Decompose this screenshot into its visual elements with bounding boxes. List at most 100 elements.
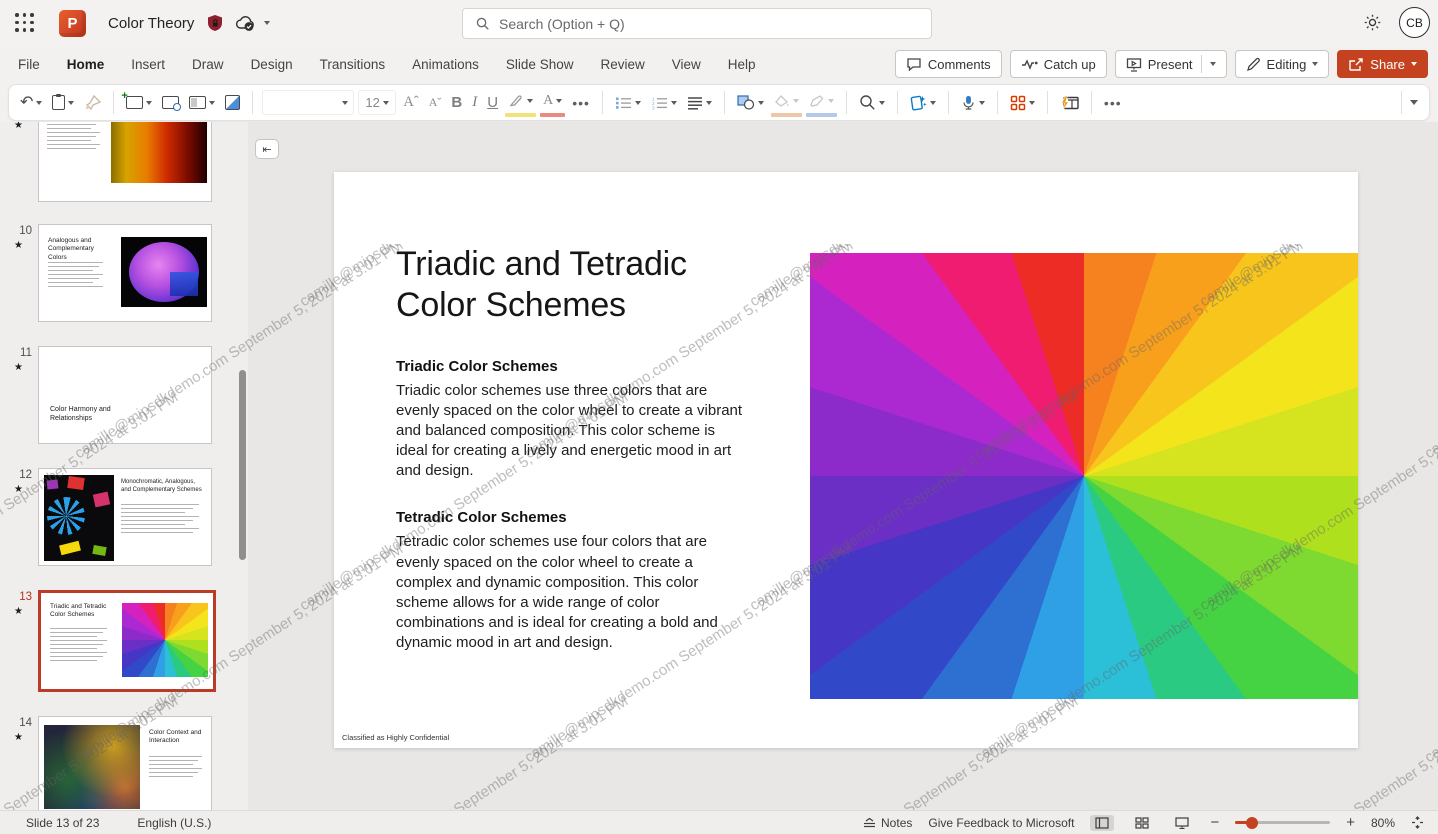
notes-toggle[interactable]: Notes xyxy=(863,816,912,830)
italic-button[interactable]: I xyxy=(469,89,480,117)
zoom-in-button[interactable]: + xyxy=(1346,815,1355,830)
fit-slide-button[interactable] xyxy=(1411,816,1424,829)
font-color-button[interactable]: A xyxy=(540,89,565,117)
comments-label: Comments xyxy=(928,57,991,72)
app-launcher-icon[interactable] xyxy=(15,13,35,33)
bullets-button[interactable] xyxy=(612,89,644,117)
editing-chevron-icon[interactable] xyxy=(1312,62,1318,66)
format-background-button[interactable] xyxy=(222,89,243,117)
slide-11-thumbnail[interactable]: Color Harmony and Relationships xyxy=(38,346,212,444)
font-size-select[interactable]: 12 xyxy=(358,90,396,115)
thumbnail-scrollbar[interactable] xyxy=(239,370,246,560)
sensitivity-shield-icon[interactable] xyxy=(206,14,224,32)
editing-mode-button[interactable]: Editing xyxy=(1235,50,1330,78)
slideshow-view-button[interactable] xyxy=(1170,815,1194,831)
account-avatar[interactable]: CB xyxy=(1399,7,1430,38)
bold-button[interactable]: B xyxy=(448,89,465,117)
notes-label: Notes xyxy=(881,816,912,830)
collapse-thumbnail-pane-button[interactable]: ⇤ xyxy=(255,139,279,159)
search-box[interactable] xyxy=(462,8,932,39)
catch-up-button[interactable]: Catch up xyxy=(1010,50,1107,78)
animation-star-icon: ★ xyxy=(14,732,23,743)
ribbon-right-actions: Comments Catch up Present Editing Share xyxy=(895,50,1428,78)
format-background-icon xyxy=(225,95,240,110)
tab-animations[interactable]: Animations xyxy=(412,57,479,72)
slide-title-text[interactable]: Triadic and Tetradic Color Schemes xyxy=(396,244,726,326)
zoom-out-button[interactable]: − xyxy=(1210,815,1219,830)
tab-review[interactable]: Review xyxy=(600,57,644,72)
slide-14-thumbnail[interactable]: Color Context and Interaction xyxy=(38,716,212,810)
thumbnail-slide-12: 12 ★ Monochromatic, Analogous, and Compl… xyxy=(38,468,216,566)
slide-number: 11 xyxy=(12,347,32,359)
slide-14-artwork xyxy=(44,725,140,809)
tab-view[interactable]: View xyxy=(672,57,701,72)
slide-editor-surface[interactable]: Triadic and Tetradic Color Schemes Triad… xyxy=(334,172,1358,748)
slide-13-thumbnail[interactable]: Triadic and Tetradic Color Schemes xyxy=(38,590,216,692)
comments-button[interactable]: Comments xyxy=(895,50,1002,78)
bullets-icon xyxy=(615,96,632,110)
slide-sorter-view-button[interactable] xyxy=(1130,815,1154,831)
zoom-slider-knob[interactable] xyxy=(1246,817,1258,829)
normal-view-button[interactable] xyxy=(1090,815,1114,831)
designer-button[interactable] xyxy=(1007,89,1038,117)
slide-10-thumbnail[interactable]: Analogous and Complementary Colors xyxy=(38,224,212,322)
title-menu-chevron-icon[interactable] xyxy=(264,21,270,25)
shrink-font-button[interactable]: Aˇ xyxy=(426,89,445,117)
slide-counter[interactable]: Slide 13 of 23 xyxy=(26,816,99,830)
font-name-select[interactable] xyxy=(262,90,354,115)
slide-12-thumbnail[interactable]: Monochromatic, Analogous, and Complement… xyxy=(38,468,212,566)
quick-actions-button[interactable] xyxy=(1057,89,1082,117)
grow-font-button[interactable]: Aˆ xyxy=(400,89,421,117)
slide-9-thumbnail[interactable] xyxy=(38,122,212,202)
tab-help[interactable]: Help xyxy=(728,57,756,72)
zoom-level[interactable]: 80% xyxy=(1371,816,1395,830)
numbering-button[interactable]: 123 xyxy=(648,89,680,117)
layout-button[interactable] xyxy=(186,89,218,117)
format-painter-button[interactable] xyxy=(81,89,104,117)
settings-gear-icon[interactable] xyxy=(1363,13,1382,32)
tab-file[interactable]: File xyxy=(18,57,40,72)
saved-to-cloud-icon[interactable] xyxy=(234,14,256,32)
paste-button[interactable] xyxy=(49,89,77,117)
shapes-button[interactable] xyxy=(734,89,767,117)
document-title[interactable]: Color Theory xyxy=(108,15,194,32)
shape-fill-button[interactable] xyxy=(771,89,802,117)
tab-slide-show[interactable]: Slide Show xyxy=(506,57,574,72)
present-chevron-icon[interactable] xyxy=(1210,62,1216,66)
language-status[interactable]: English (U.S.) xyxy=(137,816,211,830)
shape-outline-button[interactable] xyxy=(806,89,837,117)
collapse-ribbon-button[interactable] xyxy=(1407,89,1421,117)
tab-draw[interactable]: Draw xyxy=(192,57,224,72)
new-slide-button[interactable] xyxy=(123,89,155,117)
home-toolbar: ↶ 12 Aˆ Aˇ B I U A ••• 123 xyxy=(8,84,1430,121)
search-input[interactable] xyxy=(499,16,879,32)
tab-design[interactable]: Design xyxy=(251,57,293,72)
underline-icon: U xyxy=(487,94,498,111)
tab-insert[interactable]: Insert xyxy=(131,57,165,72)
share-button[interactable]: Share xyxy=(1337,50,1428,78)
italic-icon: I xyxy=(472,94,477,111)
tab-transitions[interactable]: Transitions xyxy=(320,57,386,72)
powerpoint-logo[interactable]: P xyxy=(59,10,86,37)
reuse-slides-icon xyxy=(162,96,179,109)
shrink-font-icon: Aˇ xyxy=(429,95,442,110)
align-button[interactable] xyxy=(684,89,715,117)
copilot-button[interactable] xyxy=(907,89,939,117)
more-commands-button[interactable]: ••• xyxy=(1101,89,1125,117)
underline-button[interactable]: U xyxy=(484,89,501,117)
color-wheel-image[interactable] xyxy=(810,253,1358,699)
slide-body-text[interactable]: Triadic Color Schemes Triadic color sche… xyxy=(396,358,746,653)
reuse-slides-button[interactable] xyxy=(159,89,182,117)
dictate-button[interactable] xyxy=(958,89,988,117)
more-font-options-button[interactable]: ••• xyxy=(569,89,593,117)
undo-button[interactable]: ↶ xyxy=(17,89,45,117)
slide-number: 13 xyxy=(12,591,32,603)
present-button[interactable]: Present xyxy=(1115,50,1227,78)
zoom-slider[interactable] xyxy=(1235,821,1330,824)
undo-icon: ↶ xyxy=(20,95,33,111)
tab-home[interactable]: Home xyxy=(67,57,105,72)
highlight-color-button[interactable] xyxy=(505,89,536,117)
feedback-link[interactable]: Give Feedback to Microsoft xyxy=(928,816,1074,830)
find-button[interactable] xyxy=(856,89,888,117)
section-paragraph: Triadic color schemes use three colors t… xyxy=(396,381,746,481)
